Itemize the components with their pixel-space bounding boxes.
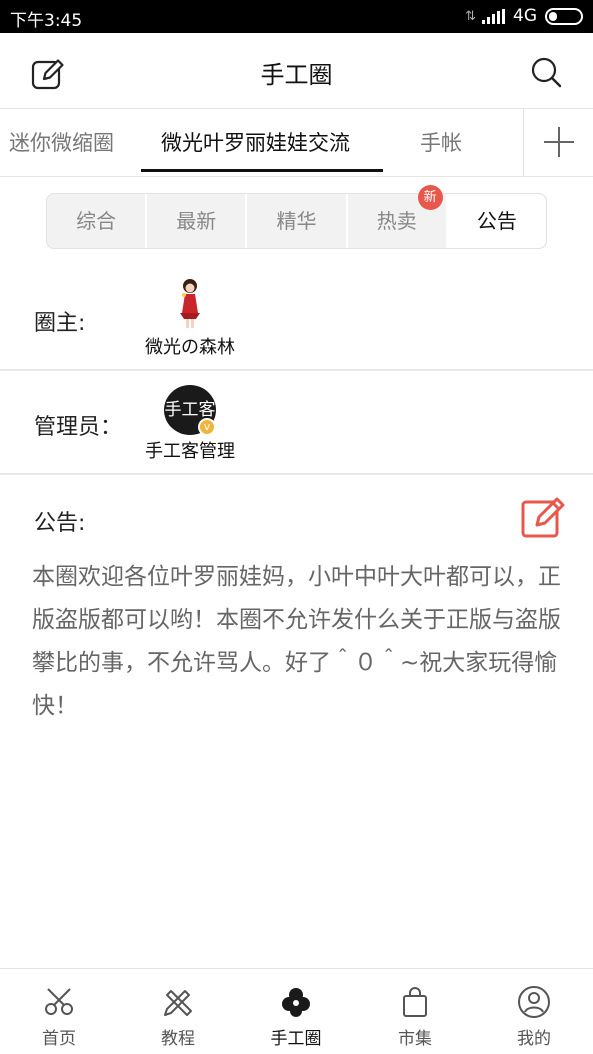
bottom-nav: 首页 教程 手工圈 市集 我的	[0, 968, 593, 1054]
edit-notice-icon[interactable]	[521, 495, 567, 539]
nav-home[interactable]: 首页	[9, 969, 109, 1054]
avatar	[180, 279, 200, 328]
circle-tab-yeloli[interactable]: 微光叶罗丽娃娃交流	[161, 127, 350, 157]
admin-profile[interactable]: 手工客 v 手工客管理	[140, 385, 240, 463]
active-tab-indicator	[141, 169, 383, 172]
verified-badge-icon: v	[198, 418, 216, 436]
avatar-logo-text: 手工客	[164, 400, 216, 420]
status-time: 下午3:45	[10, 11, 83, 31]
admin-label: 管理员：	[34, 415, 123, 440]
segment-latest[interactable]: 最新	[147, 194, 248, 248]
status-indicators: ⇅ 4G	[465, 6, 583, 26]
nav-profile-label: 我的	[517, 1029, 551, 1049]
admin-name: 手工客管理	[145, 441, 235, 462]
new-badge: 新	[417, 185, 443, 210]
filter-segments: 综合 最新 精华 热卖 新 公告	[46, 185, 547, 249]
owner-name: 微光の森林	[145, 337, 235, 358]
segment-hot-sale[interactable]: 热卖 新	[348, 185, 448, 248]
nav-tutorials-label: 教程	[161, 1029, 195, 1049]
plus-icon[interactable]	[523, 109, 593, 176]
pencil-ruler-icon	[164, 990, 192, 1016]
circle-tabs: 迷你微缩圈 微光叶罗丽娃娃交流 手帐	[0, 109, 593, 177]
nav-home-label: 首页	[42, 1029, 76, 1049]
notice-content: 本圈欢迎各位叶罗丽娃妈，小叶中叶大叶都可以，正版盗版都可以哟！本圈不允许发什么关…	[32, 564, 561, 719]
search-icon[interactable]	[531, 55, 563, 91]
network-type: 4G	[513, 6, 537, 26]
data-activity-icon: ⇅	[465, 8, 476, 24]
scissors-icon	[45, 988, 73, 1015]
owner-row: 圈主: 微光の森林	[0, 265, 593, 371]
owner-label: 圈主:	[34, 311, 86, 336]
circle-tab-mini[interactable]: 迷你微缩圈	[9, 127, 114, 157]
nav-circle[interactable]: 手工圈	[246, 969, 346, 1054]
segment-notice[interactable]: 公告	[447, 194, 547, 248]
notice-label: 公告:	[34, 511, 86, 536]
shopping-bag-icon	[403, 987, 427, 1017]
signal-icon	[482, 8, 505, 24]
user-icon	[518, 986, 550, 1018]
page-title: 手工圈	[260, 61, 333, 89]
segment-general[interactable]: 综合	[47, 194, 148, 248]
avatar: 手工客 v	[164, 385, 216, 436]
nav-profile[interactable]: 我的	[484, 969, 584, 1054]
flower-icon	[282, 988, 310, 1017]
nav-market[interactable]: 市集	[365, 969, 465, 1054]
admin-row: 管理员： 手工客 v 手工客管理	[0, 371, 593, 475]
battery-icon	[545, 7, 583, 25]
status-bar: 下午3:45 ⇅ 4G	[0, 0, 593, 33]
nav-market-label: 市集	[398, 1029, 432, 1049]
segment-featured[interactable]: 精华	[247, 194, 348, 248]
nav-circle-label: 手工圈	[270, 1029, 322, 1049]
app-header: 手工圈	[0, 33, 593, 109]
segment-hot-sale-label: 热卖	[376, 209, 417, 233]
circle-tab-handbook[interactable]: 手帐	[420, 127, 462, 157]
owner-profile[interactable]: 微光の森林	[140, 277, 240, 359]
nav-tutorials[interactable]: 教程	[128, 969, 228, 1054]
